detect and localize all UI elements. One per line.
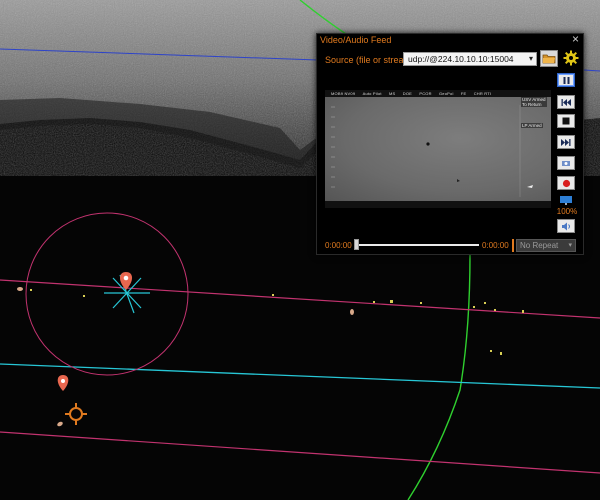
- gear-icon: [563, 50, 579, 66]
- status-item: Auto Pilot: [362, 91, 382, 96]
- open-file-button[interactable]: [540, 50, 558, 67]
- status-item: DOE: [402, 91, 413, 96]
- skip-back-icon: [561, 98, 571, 106]
- cyan-track-line: [0, 363, 600, 389]
- speaker-icon: [561, 222, 570, 230]
- video-frame-graphics: [331, 105, 533, 197]
- contact-markers: [30, 289, 524, 355]
- seek-bar[interactable]: [355, 244, 479, 246]
- divider: [512, 239, 514, 252]
- next-button[interactable]: [557, 135, 575, 149]
- record-icon: [562, 179, 570, 187]
- record-button[interactable]: [557, 176, 575, 190]
- overlay-status-mid: LP Armed: [521, 123, 543, 128]
- skip-forward-icon: [561, 138, 571, 146]
- volume-percent: 100%: [556, 207, 578, 216]
- volume-button[interactable]: [557, 219, 575, 233]
- overlay-status-top: USV Armed To Return: [521, 97, 547, 107]
- seek-thumb[interactable]: [354, 239, 359, 250]
- status-item: FE: [460, 91, 467, 96]
- repeat-dropdown[interactable]: No Repeat ▾: [516, 239, 576, 252]
- location-pin-icon[interactable]: [57, 375, 69, 391]
- monitor-icon: [560, 195, 572, 205]
- display-button[interactable]: [557, 193, 575, 207]
- status-item: MS: [389, 91, 396, 96]
- video-display[interactable]: MOB9 NV09 Auto Pilot MS DOE PCOR GeoPol …: [325, 90, 551, 208]
- status-item: GeoPol: [439, 91, 454, 96]
- source-dropdown[interactable]: udp://@224.10.10.10:15004 ▾: [403, 52, 537, 66]
- chevron-down-icon: ▾: [528, 54, 533, 63]
- video-bottom-bar: [325, 201, 551, 208]
- vessel-icons: [17, 287, 354, 427]
- folder-icon: [542, 54, 556, 64]
- chevron-down-icon: ▾: [568, 242, 572, 249]
- range-ring: [25, 212, 189, 376]
- status-item: PCOR: [419, 91, 432, 96]
- magenta-track-line-upper: [0, 279, 600, 319]
- snapshot-icon: [562, 161, 570, 166]
- pause-button[interactable]: [557, 73, 575, 87]
- stop-button[interactable]: [557, 114, 575, 128]
- source-value: udp://@224.10.10.10:15004: [408, 54, 514, 64]
- pause-icon: [563, 76, 569, 84]
- settings-button[interactable]: [562, 49, 580, 67]
- target-crosshair-icon[interactable]: [65, 403, 87, 425]
- previous-button[interactable]: [557, 95, 575, 109]
- video-status-bar: MOB9 NV09 Auto Pilot MS DOE PCOR GeoPol …: [325, 90, 551, 97]
- video-frame: USV Armed To Return LP Armed: [325, 97, 551, 201]
- current-time: 0:00:00: [325, 241, 352, 250]
- repeat-value: No Repeat: [520, 241, 559, 250]
- close-button[interactable]: ×: [572, 32, 579, 46]
- video-audio-feed-panel: Video/Audio Feed × Source (file or strea…: [316, 32, 584, 255]
- status-item: MOB9 NV09: [331, 91, 356, 96]
- panel-title: Video/Audio Feed: [320, 35, 392, 45]
- total-time: 0:00:00: [482, 241, 509, 250]
- overlay-line: To Return: [522, 102, 542, 107]
- snapshot-button[interactable]: [557, 156, 575, 170]
- stop-icon: [562, 117, 570, 125]
- status-item: CHR RTI: [473, 91, 492, 96]
- magenta-track-line-lower: [0, 431, 600, 474]
